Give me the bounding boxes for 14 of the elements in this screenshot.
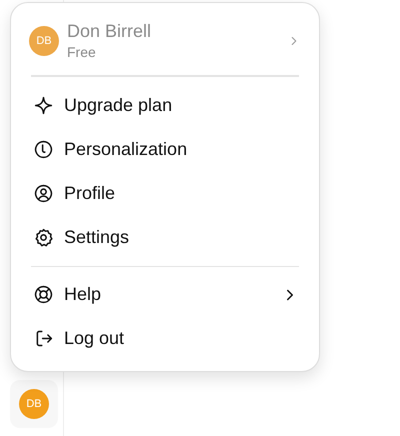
lifebuoy-icon — [33, 284, 54, 306]
menu-item[interactable]: Upgrade plan — [21, 83, 309, 128]
settings-icon — [33, 227, 54, 248]
user-name: Don Birrell — [67, 21, 152, 42]
plan-label: Free — [67, 44, 97, 60]
menu-item[interactable]: Profile — [21, 171, 309, 216]
sparkle-icon — [33, 94, 54, 116]
menu-item[interactable]: Help — [21, 272, 309, 317]
menu-item[interactable]: Settings — [21, 216, 309, 260]
menu-item[interactable]: Log out — [21, 316, 309, 361]
user-avatar: DB — [19, 389, 49, 419]
clock-face-icon — [33, 138, 54, 160]
menu-item[interactable]: Personalization — [21, 127, 309, 172]
user-avatar: DB — [29, 26, 59, 56]
